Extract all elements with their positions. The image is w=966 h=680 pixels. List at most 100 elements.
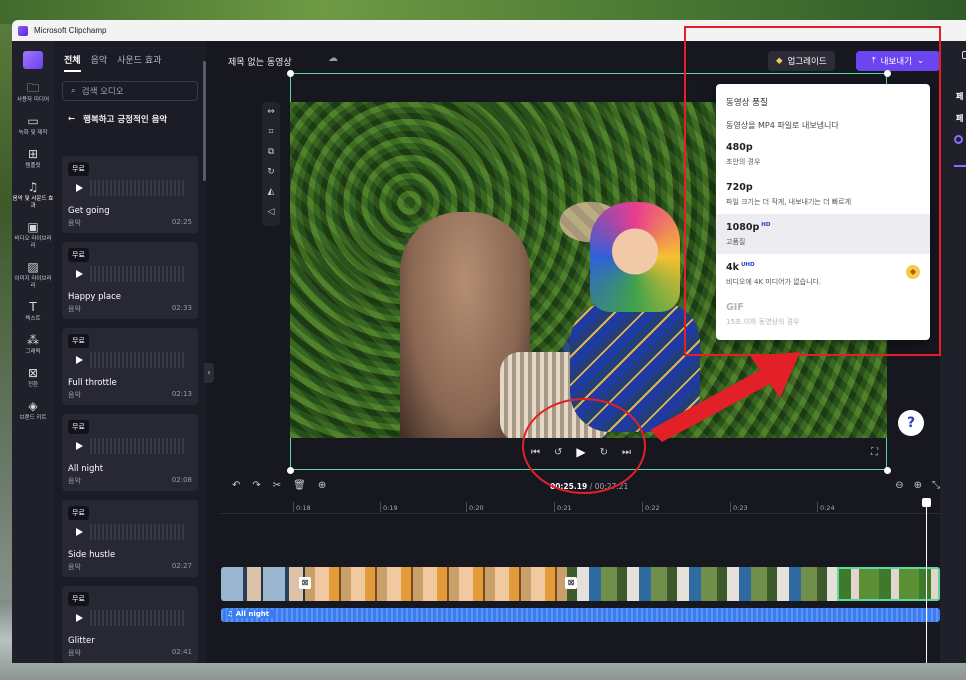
rotate-icon[interactable]: ↻ <box>262 162 280 182</box>
track-duration: 02:08 <box>171 476 192 484</box>
sidebar-item[interactable]: T 텍스트 <box>12 294 54 327</box>
music-icon: ♫ <box>27 180 39 194</box>
sidebar-item[interactable]: ⊠ 전환 <box>12 360 54 393</box>
resize-handle-bl[interactable] <box>287 467 294 474</box>
split-icon[interactable]: ✂ <box>273 480 281 491</box>
library-tabs: 전체 음악 사운드 효과 <box>54 41 206 72</box>
track-name: Full throttle <box>68 378 117 388</box>
slider-track[interactable] <box>954 165 966 167</box>
track-duration: 02:41 <box>171 648 192 656</box>
project-title[interactable]: 제목 없는 동영상 <box>228 55 292 68</box>
ruler-tick-label: 0:23 <box>730 502 748 512</box>
audio-track-card[interactable]: 무료 Glitter 음악 02:41 <box>62 586 198 663</box>
delete-icon[interactable]: 🗑 <box>293 480 306 491</box>
audio-track-card[interactable]: 무료 Happy place 음악 02:33 <box>62 242 198 319</box>
flip-icon[interactable]: ◭ <box>262 182 280 202</box>
transition-icon[interactable]: ⊠ <box>299 577 311 589</box>
ruler-tick-label: 0:21 <box>554 502 572 512</box>
waveform <box>90 524 186 540</box>
pip-icon[interactable]: ⧉ <box>262 142 280 162</box>
fit-icon[interactable]: ⇔ <box>262 102 280 122</box>
audio-track-card[interactable]: 무료 All night 음악 02:08 <box>62 414 198 491</box>
play-icon[interactable] <box>76 614 83 622</box>
audio-track[interactable]: ♫ All night <box>221 608 940 622</box>
sidebar-item[interactable]: ▣ 비디오 라이브러리 <box>12 214 54 254</box>
sidebar-item-label: 음악 및 사운드 효과 <box>12 196 54 209</box>
undo-icon[interactable]: ↶ <box>232 480 240 491</box>
sidebar-item[interactable]: ⁂ 그래픽 <box>12 327 54 360</box>
free-badge: 무료 <box>68 592 89 606</box>
properties-panel: 페 페 <box>940 41 966 663</box>
play-icon[interactable] <box>76 442 83 450</box>
tab-sound-effects[interactable]: 사운드 효과 <box>117 53 161 72</box>
nav-rail: 🗀 사용자 미디어 ▭ 녹화 및 제작 ⊞ 템플릿 ♫ 음악 및 사운드 효과 ▣ 비디오 라이브… <box>12 41 54 663</box>
audio-track-card[interactable]: 무료 Side hustle 음악 02:27 <box>62 500 198 577</box>
add-media-icon[interactable]: ⊕ <box>318 480 326 491</box>
annotation-rectangle <box>684 26 941 356</box>
preview-toolbar: ⇔ ⌗ ⧉ ↻ ◭ ◁ <box>262 102 280 226</box>
graphics-icon: ⁂ <box>27 333 39 347</box>
fullscreen-icon[interactable]: ⛶ <box>871 447 878 458</box>
fit-timeline-icon[interactable]: ⤡ <box>932 480 940 491</box>
track-name: All night <box>68 464 104 474</box>
audio-track-card[interactable]: 무료 Get going 음악 02:25 <box>62 156 198 233</box>
track-duration: 02:27 <box>171 562 192 570</box>
sidebar-item-label: 텍스트 <box>25 316 41 322</box>
aspect-icon[interactable]: ◁ <box>262 202 280 222</box>
track-type: 음악 <box>68 649 81 657</box>
play-icon[interactable] <box>76 356 83 364</box>
panel-toggle-icon[interactable] <box>962 51 966 59</box>
audio-track-card[interactable]: 무료 Full throttle 음악 02:13 <box>62 328 198 405</box>
playhead[interactable] <box>922 498 931 663</box>
sidebar-item[interactable]: ♫ 음악 및 사운드 효과 <box>12 174 54 214</box>
transition-icon[interactable]: ⊠ <box>565 577 577 589</box>
sidebar-item[interactable]: ▭ 녹화 및 제작 <box>12 108 54 141</box>
ruler-tick-label: 0:24 <box>817 502 835 512</box>
annotation-ellipse <box>522 398 646 494</box>
zoom-in-icon[interactable]: ⊕ <box>914 480 922 491</box>
baby-face <box>590 202 680 312</box>
video-clip[interactable] <box>567 567 837 601</box>
timeline-ruler[interactable]: 0:18 0:19 0:20 0:21 0:22 0:23 0:24 <box>220 500 940 514</box>
tab-music[interactable]: 음악 <box>91 53 108 72</box>
track-name: Side hustle <box>68 550 116 560</box>
search-placeholder: 검색 오디오 <box>81 87 124 97</box>
track-name: Get going <box>68 206 110 216</box>
video-clip-selected[interactable] <box>837 567 940 601</box>
resize-handle-tl[interactable] <box>287 70 294 77</box>
zoom-out-icon[interactable]: ⊖ <box>895 480 903 491</box>
sidebar-item[interactable]: ▨ 이미지 라이브러리 <box>12 254 54 294</box>
crop-icon[interactable]: ⌗ <box>262 122 280 142</box>
back-arrow-icon[interactable]: ← <box>68 114 75 124</box>
radio-option[interactable] <box>954 135 963 144</box>
image-library-icon: ▨ <box>27 260 39 274</box>
track-type: 음악 <box>68 563 81 571</box>
sidebar-item[interactable]: 🗀 사용자 미디어 <box>12 75 54 108</box>
video-clip[interactable] <box>305 567 567 601</box>
sidebar-item-label: 전환 <box>27 382 39 388</box>
play-icon[interactable] <box>76 270 83 278</box>
redo-icon[interactable]: ↷ <box>252 480 260 491</box>
transitions-icon: ⊠ <box>27 366 39 380</box>
text-icon: T <box>29 300 37 314</box>
audio-clip-label: ♫ All night <box>227 610 276 618</box>
sidebar-item[interactable]: ⊞ 템플릿 <box>12 141 54 174</box>
ruler-tick-label: 0:22 <box>642 502 660 512</box>
sidebar-item-label: 브랜드 키트 <box>19 415 47 421</box>
waveform <box>90 266 186 282</box>
tab-all[interactable]: 전체 <box>64 53 81 72</box>
video-library-icon: ▣ <box>27 220 39 234</box>
collapse-library-button[interactable]: ‹ <box>204 363 214 383</box>
track-type: 음악 <box>68 219 81 227</box>
play-icon[interactable] <box>76 184 83 192</box>
play-icon[interactable] <box>76 528 83 536</box>
video-clip[interactable] <box>221 567 305 601</box>
sidebar-item-label: 녹화 및 제작 <box>18 130 48 136</box>
search-input[interactable]: ⌕ 검색 오디오 <box>62 81 198 101</box>
free-badge: 무료 <box>68 334 89 348</box>
sidebar-item[interactable]: ◈ 브랜드 키트 <box>12 393 54 426</box>
resize-handle-br[interactable] <box>884 467 891 474</box>
waveform <box>90 610 186 626</box>
sidebar-item-label: 비디오 라이브러리 <box>14 236 52 249</box>
help-button[interactable]: ? <box>898 410 924 436</box>
